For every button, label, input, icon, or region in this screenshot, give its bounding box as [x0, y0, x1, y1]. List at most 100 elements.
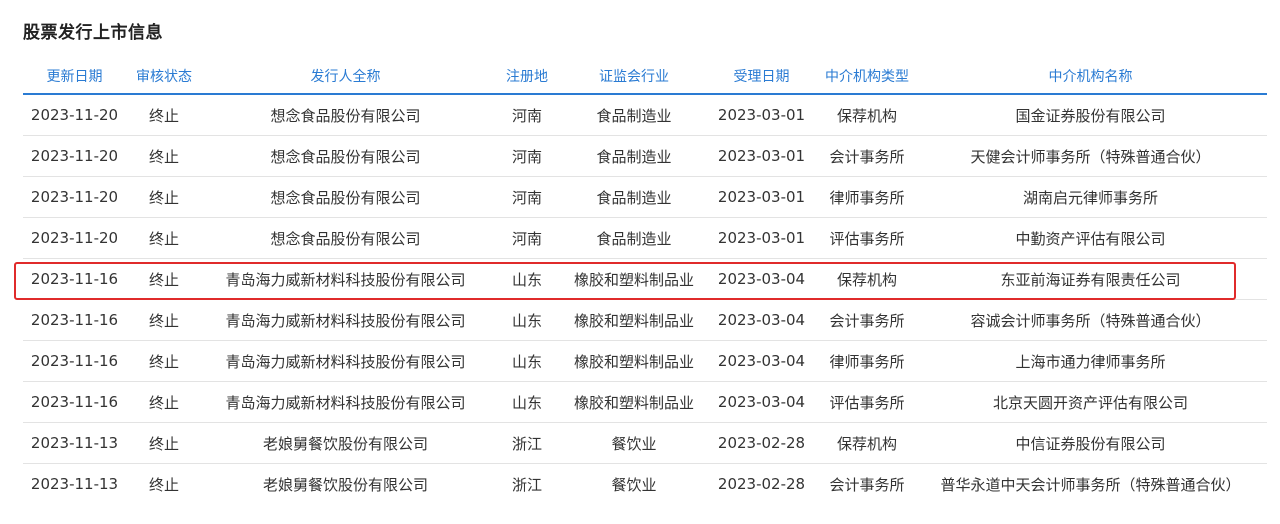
- intermediary-type-cell: 保荐机构: [820, 94, 914, 136]
- intermediary-type-cell: 会计事务所: [829, 475, 905, 494]
- table-body: 2023-11-20 终止 想念食品股份有限公司 河南 食品制造业 2023-03-01 保…: [23, 94, 1267, 504]
- issuer-name-cell: 青岛海力威新材料科技股份有限公司: [202, 299, 489, 341]
- issuer-name-cell: 老娘舅餐饮股份有限公司: [202, 422, 489, 464]
- intermediary-type-cell: 评估事务所: [820, 217, 914, 259]
- issuer-name-cell: 青岛海力威新材料科技股份有限公司: [202, 258, 489, 300]
- industry-cell: 橡胶和塑料制品业: [565, 381, 703, 423]
- page-title: 股票发行上市信息: [23, 23, 163, 43]
- intermediary-name-cell: 容诚会计师事务所（特殊普通合伙）: [914, 299, 1267, 341]
- review-status-cell: 终止: [126, 422, 202, 464]
- table-row[interactable]: 2023-11-16 终止 青岛海力威新材料科技股份有限公司 山东 橡胶和塑料制品业 20…: [23, 381, 1267, 423]
- column-header-intermediary-name[interactable]: 中介机构名称: [914, 58, 1267, 95]
- issuer-name-cell: 想念食品股份有限公司: [202, 176, 489, 218]
- accept-date-cell: 2023-03-04: [703, 258, 820, 300]
- column-header-issuer-name[interactable]: 发行人全称: [202, 58, 489, 95]
- industry-cell: 食品制造业: [565, 217, 703, 259]
- column-header-intermediary-type[interactable]: 中介机构类型: [820, 58, 914, 95]
- update-date-cell: 2023-11-20: [23, 176, 126, 218]
- intermediary-name-cell: 北京天圆开资产评估有限公司: [914, 381, 1267, 423]
- registered-place-cell: 山东: [489, 381, 565, 423]
- industry-cell: 橡胶和塑料制品业: [565, 340, 703, 382]
- intermediary-name-cell: 国金证券股份有限公司: [914, 94, 1267, 136]
- review-status-cell: 终止: [126, 217, 202, 259]
- update-date-cell: 2023-11-20: [23, 94, 126, 136]
- table-row[interactable]: 2023-11-20 终止 想念食品股份有限公司 河南 食品制造业 2023-03-01 保…: [23, 94, 1267, 136]
- issuer-name-cell: 青岛海力威新材料科技股份有限公司: [202, 381, 489, 423]
- accept-date-cell: 2023-03-04: [703, 381, 820, 423]
- review-status-cell: 终止: [126, 94, 202, 136]
- update-date-cell: 2023-11-16: [23, 258, 126, 300]
- column-header-accept-date[interactable]: 受理日期: [703, 58, 820, 95]
- table-row[interactable]: 2023-11-16 终止 青岛海力威新材料科技股份有限公司 山东 橡胶和塑料制品业 20…: [23, 299, 1267, 341]
- registered-place-cell: 河南: [489, 94, 565, 136]
- column-header-update-date[interactable]: 更新日期: [23, 58, 126, 95]
- accept-date-cell: 2023-02-28: [703, 422, 820, 464]
- review-status-cell: 终止: [126, 340, 202, 382]
- table-header-row: 更新日期 审核状态 发行人全称 注册地 证监会行业 受理日期 中介机构类型 中介…: [23, 58, 1267, 95]
- update-date-cell: 2023-11-16: [23, 381, 126, 423]
- issuer-name-cell: 想念食品股份有限公司: [202, 135, 489, 177]
- industry-cell: 餐饮业: [611, 475, 657, 494]
- column-header-review-status[interactable]: 审核状态: [126, 58, 202, 95]
- registered-place-cell: 河南: [489, 217, 565, 259]
- intermediary-type-cell: 保荐机构: [820, 258, 914, 300]
- review-status-cell: 终止: [126, 258, 202, 300]
- intermediary-name-cell: 上海市通力律师事务所: [914, 340, 1267, 382]
- update-date-cell: 2023-11-13: [30, 475, 119, 493]
- table-row[interactable]: 2023-11-20 终止 想念食品股份有限公司 河南 食品制造业 2023-03-01 评…: [23, 217, 1267, 259]
- review-status-cell: 终止: [126, 381, 202, 423]
- registered-place-cell: 浙江: [489, 422, 565, 464]
- registered-place-cell: 浙江: [511, 475, 542, 494]
- intermediary-name-cell: 普华永道中天会计师事务所（特殊普通合伙）: [940, 475, 1241, 494]
- intermediary-type-cell: 会计事务所: [820, 135, 914, 177]
- registered-place-cell: 河南: [489, 135, 565, 177]
- table-row[interactable]: 2023-11-20 终止 想念食品股份有限公司 河南 食品制造业 2023-03-01 律…: [23, 176, 1267, 218]
- intermediary-name-cell: 湖南启元律师事务所: [914, 176, 1267, 218]
- issuer-name-cell: 老娘舅餐饮股份有限公司: [262, 475, 428, 494]
- intermediary-name-cell: 中信证券股份有限公司: [914, 422, 1267, 464]
- intermediary-name-cell: 天健会计师事务所（特殊普通合伙）: [914, 135, 1267, 177]
- registered-place-cell: 山东: [489, 299, 565, 341]
- update-date-cell: 2023-11-16: [23, 340, 126, 382]
- industry-cell: 食品制造业: [565, 176, 703, 218]
- accept-date-cell: 2023-03-01: [703, 217, 820, 259]
- intermediary-type-cell: 评估事务所: [820, 381, 914, 423]
- accept-date-cell: 2023-03-01: [703, 176, 820, 218]
- column-header-registered-place[interactable]: 注册地: [489, 58, 565, 95]
- industry-cell: 食品制造业: [565, 94, 703, 136]
- industry-cell: 食品制造业: [565, 135, 703, 177]
- intermediary-type-cell: 律师事务所: [820, 340, 914, 382]
- table-row[interactable]: 2023-11-20 终止 想念食品股份有限公司 河南 食品制造业 2023-03-01 会…: [23, 135, 1267, 177]
- registered-place-cell: 山东: [489, 340, 565, 382]
- accept-date-cell: 2023-03-01: [703, 94, 820, 136]
- issuer-name-cell: 青岛海力威新材料科技股份有限公司: [202, 340, 489, 382]
- update-date-cell: 2023-11-16: [23, 299, 126, 341]
- review-status-cell: 终止: [126, 176, 202, 218]
- review-status-cell: 终止: [126, 299, 202, 341]
- industry-cell: 橡胶和塑料制品业: [565, 299, 703, 341]
- accept-date-cell: 2023-03-04: [703, 299, 820, 341]
- intermediary-type-cell: 保荐机构: [820, 422, 914, 464]
- industry-cell: 橡胶和塑料制品业: [565, 258, 703, 300]
- table-row-highlighted[interactable]: 2023-11-16 终止 青岛海力威新材料科技股份有限公司 山东 橡胶和塑料制品业 20…: [23, 258, 1267, 300]
- accept-date-cell: 2023-03-01: [703, 135, 820, 177]
- column-header-csrc-industry[interactable]: 证监会行业: [565, 58, 703, 95]
- registered-place-cell: 河南: [489, 176, 565, 218]
- accept-date-cell: 2023-03-04: [703, 340, 820, 382]
- table-row[interactable]: 2023-11-16 终止 青岛海力威新材料科技股份有限公司 山东 橡胶和塑料制品业 20…: [23, 340, 1267, 382]
- industry-cell: 餐饮业: [565, 422, 703, 464]
- update-date-cell: 2023-11-20: [23, 217, 126, 259]
- review-status-cell: 终止: [148, 475, 179, 494]
- listing-table: 更新日期 审核状态 发行人全称 注册地 证监会行业 受理日期 中介机构类型 中介…: [23, 58, 1267, 504]
- review-status-cell: 终止: [126, 135, 202, 177]
- issuer-name-cell: 想念食品股份有限公司: [202, 217, 489, 259]
- intermediary-name-cell: 中勤资产评估有限公司: [914, 217, 1267, 259]
- intermediary-type-cell: 会计事务所: [820, 299, 914, 341]
- accept-date-cell: 2023-02-28: [717, 475, 806, 493]
- intermediary-type-cell: 律师事务所: [820, 176, 914, 218]
- table-row[interactable]: 2023-11-13 终止 老娘舅餐饮股份有限公司 浙江 餐饮业 2023-02-28 会计…: [23, 464, 1267, 505]
- update-date-cell: 2023-11-13: [23, 422, 126, 464]
- registered-place-cell: 山东: [489, 258, 565, 300]
- table-row[interactable]: 2023-11-13 终止 老娘舅餐饮股份有限公司 浙江 餐饮业 2023-02-28 保荐…: [23, 422, 1267, 464]
- issuer-name-cell: 想念食品股份有限公司: [202, 94, 489, 136]
